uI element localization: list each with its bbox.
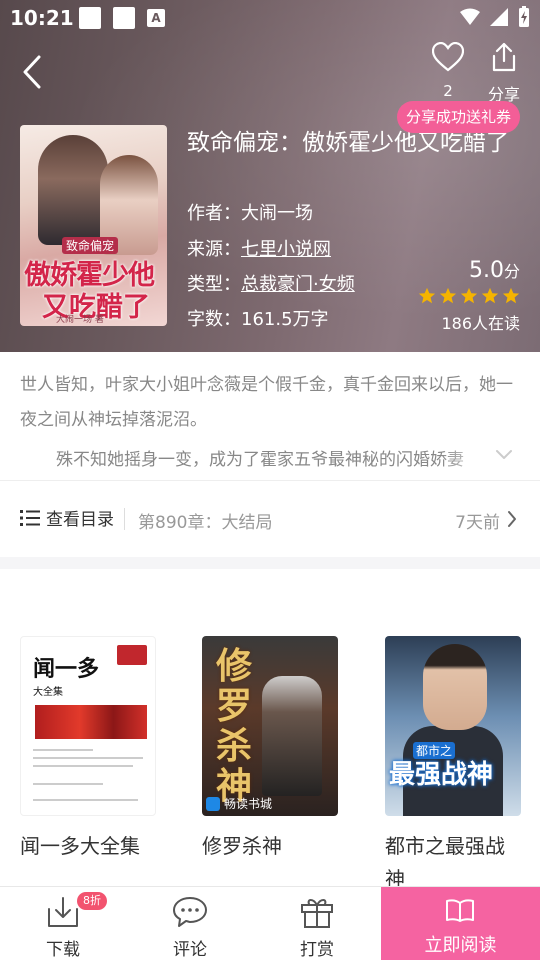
synopsis-paragraph: 世人皆知，叶家大小姐叶念薇是个假千金，真千金回来以后，她一夜之间从神坛掉落泥沼。 xyxy=(20,375,513,430)
reward-label: 打赏 xyxy=(300,940,334,960)
book-cover: 都市之 最强战神 xyxy=(385,636,521,816)
cover-figure xyxy=(38,135,108,245)
word-count: 161.5万字 xyxy=(241,309,329,330)
divider xyxy=(124,508,125,530)
signal-icon xyxy=(490,8,508,26)
star-icon xyxy=(502,287,520,304)
latest-chapter[interactable]: 第890章：大结局 xyxy=(138,508,272,533)
cover-text-line xyxy=(33,757,143,759)
cover-title: 最强战神 xyxy=(389,760,494,790)
download-icon xyxy=(48,897,78,927)
update-time: 7天前 xyxy=(455,513,500,533)
cover-title: 闻一多 xyxy=(33,656,100,682)
author-name: 大闹一场 xyxy=(241,203,313,224)
book-cover: 致命偏宠 傲娇霍少他 又吃醋了 大闹一场 著 xyxy=(20,125,167,326)
star-icon xyxy=(481,287,499,304)
category-link[interactable]: 总裁豪门·女频 xyxy=(241,274,355,295)
download-button[interactable]: 8折 下载 xyxy=(0,887,126,960)
share-gift-badge[interactable]: 分享成功送礼券 xyxy=(397,101,521,133)
reader-count: 186人在读 xyxy=(441,314,520,333)
discount-badge: 8折 xyxy=(77,892,107,910)
meta-author: 作者：大闹一场 xyxy=(187,199,313,225)
battery-icon xyxy=(519,6,529,27)
like-count: 2 xyxy=(443,82,453,100)
catalog-label: 查看目录 xyxy=(46,510,114,530)
cover-text-line xyxy=(33,765,133,767)
share-icon xyxy=(492,42,516,72)
recommended-book[interactable]: 闻一多 大全集 闻一多大全集 xyxy=(20,636,156,863)
cover-brand: 畅读书城 xyxy=(206,795,272,812)
catalog-button[interactable]: 查看目录 xyxy=(20,505,114,530)
brand-logo-icon xyxy=(206,796,220,811)
heart-icon xyxy=(431,41,465,72)
book-cover: 修罗杀神 畅读书城 xyxy=(202,636,338,816)
cover-small-title: 致命偏宠 xyxy=(62,237,119,254)
cover-art xyxy=(35,705,147,739)
book-cover: 闻一多 大全集 xyxy=(20,636,156,816)
status-time: 10:21 xyxy=(10,6,74,30)
star-icon xyxy=(418,287,436,304)
cover-tag xyxy=(117,645,147,665)
book-open-icon xyxy=(446,899,474,922)
share-button[interactable]: 分享 xyxy=(482,42,526,105)
wifi-icon xyxy=(460,8,480,25)
status-bar: 10:21 A xyxy=(0,0,540,36)
keyboard-icon: A xyxy=(147,9,165,27)
cover-text-line xyxy=(33,799,138,801)
cover-figure xyxy=(262,676,322,796)
rating-block: 5.0分 186人在读 xyxy=(418,258,520,334)
meta-source: 来源：七里小说网 xyxy=(187,235,331,261)
back-button[interactable] xyxy=(14,52,50,92)
rating-unit: 分 xyxy=(503,262,520,281)
bottom-nav: 8折 下载 评论 打赏 立即阅读 xyxy=(0,886,540,960)
meta-category: 类型：总裁豪门·女频 xyxy=(187,270,355,296)
chevron-left-icon xyxy=(23,55,41,89)
cover-subtitle: 大全集 xyxy=(33,687,63,698)
status-icons xyxy=(460,6,530,28)
list-icon xyxy=(20,509,40,526)
cover-title: 修罗杀神 xyxy=(216,645,253,807)
synopsis-fade xyxy=(440,440,500,478)
reward-button[interactable]: 打赏 xyxy=(254,887,380,960)
recommended-book-title: 修罗杀神 xyxy=(202,834,282,858)
cover-text-line xyxy=(33,783,103,785)
book-header: 10:21 A 2 分享 分享成功送礼券 致命偏宠 傲娇霍少他 又吃醋了 大闹一… xyxy=(0,0,540,352)
read-now-label: 立即阅读 xyxy=(424,935,497,956)
section-gap xyxy=(0,557,540,569)
recommended-book[interactable]: 都市之 最强战神 都市之最强战神 xyxy=(385,636,521,896)
comment-button[interactable]: 评论 xyxy=(127,887,253,960)
chevron-right-icon[interactable] xyxy=(506,509,518,529)
chevron-down-icon[interactable] xyxy=(494,448,514,462)
comment-icon xyxy=(173,897,207,927)
recommended-book[interactable]: 修罗杀神 畅读书城 修罗杀神 xyxy=(202,636,338,863)
rating-stars xyxy=(418,287,520,305)
source-link[interactable]: 七里小说网 xyxy=(241,239,331,260)
gift-icon xyxy=(301,899,333,928)
cover-figure xyxy=(423,644,487,730)
star-icon xyxy=(439,287,457,304)
comment-label: 评论 xyxy=(173,940,207,960)
synopsis-paragraph: 殊不知她摇身一变，成为了霍家五爷最神秘的闪婚娇妻 xyxy=(56,450,464,470)
cover-brand-text: 畅读书城 xyxy=(224,797,273,811)
meta-label: 字数： xyxy=(187,309,241,330)
cover-text-line xyxy=(33,749,93,751)
notification-icon xyxy=(113,7,135,29)
read-now-button[interactable]: 立即阅读 xyxy=(381,887,540,960)
meta-label: 作者： xyxy=(187,203,241,224)
meta-label: 来源： xyxy=(187,239,241,260)
recommended-book-title: 闻一多大全集 xyxy=(20,834,140,858)
notification-icon xyxy=(79,7,101,29)
download-label: 下载 xyxy=(46,940,80,960)
meta-word-count: 字数：161.5万字 xyxy=(187,305,329,331)
rating-score: 5.0 xyxy=(468,258,504,283)
divider xyxy=(0,480,540,481)
cover-author: 大闹一场 著 xyxy=(56,315,104,325)
star-icon xyxy=(460,287,478,304)
meta-label: 类型： xyxy=(187,274,241,295)
like-button[interactable]: 2 xyxy=(428,41,468,100)
